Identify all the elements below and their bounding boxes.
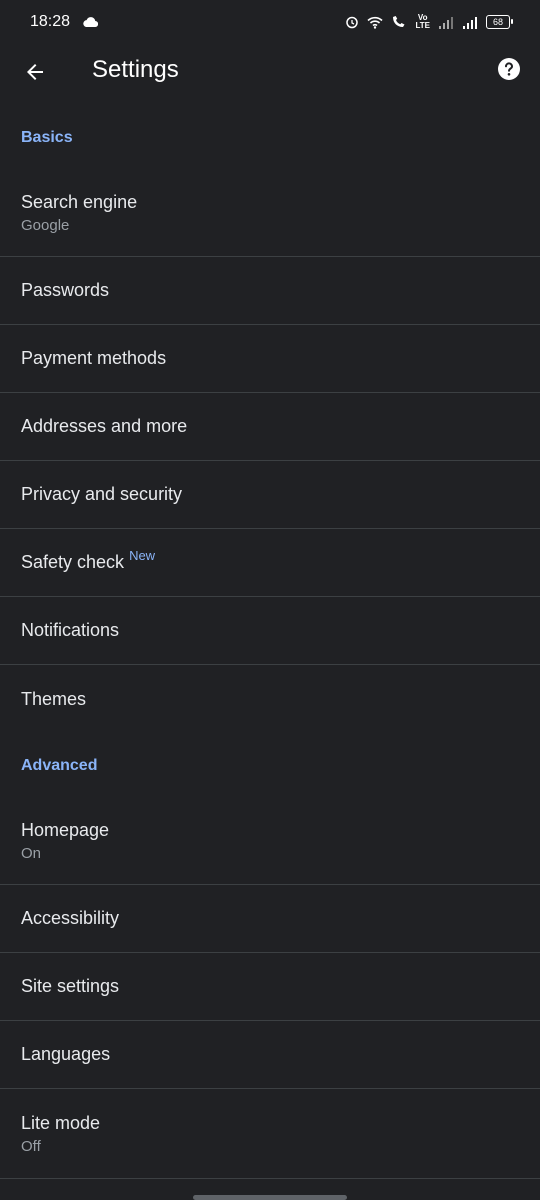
safety-check-label: Safety check (21, 552, 125, 572)
settings-item-addresses[interactable]: Addresses and more (0, 393, 540, 461)
wifi-icon (367, 16, 384, 29)
item-label: Search engine (21, 192, 138, 212)
back-button[interactable] (20, 57, 50, 87)
signal-icon (438, 16, 454, 29)
help-icon (498, 58, 520, 80)
item-label: Addresses and more (21, 416, 188, 436)
settings-item-themes[interactable]: Themes (0, 665, 540, 733)
toolbar: Settings (0, 44, 540, 100)
settings-item-passwords[interactable]: Passwords (0, 257, 540, 325)
settings-item-privacy[interactable]: Privacy and security (0, 461, 540, 529)
section-header-advanced: Advanced (21, 757, 98, 774)
cloud-icon (82, 16, 99, 28)
help-button[interactable] (498, 58, 520, 80)
item-label: Safety check New (21, 548, 540, 573)
item-label: Languages (21, 1044, 111, 1064)
item-sublabel: Google (21, 217, 70, 234)
item-label: Homepage (21, 820, 110, 840)
item-label: Accessibility (21, 908, 120, 928)
settings-item-accessibility[interactable]: Accessibility (0, 885, 540, 953)
status-left: 18:28 (30, 13, 99, 31)
item-label: Notifications (21, 620, 120, 640)
volte-label: Vo LTE (415, 13, 430, 30)
status-bar: 18:28 Vo LTE 68 (0, 0, 540, 44)
status-time: 18:28 (30, 13, 71, 30)
item-label: Privacy and security (21, 484, 183, 504)
item-sublabel: On (21, 845, 42, 862)
settings-item-safety-check[interactable]: Safety check New (0, 529, 540, 597)
item-label: Themes (21, 688, 87, 709)
battery-icon: 68 (486, 15, 513, 29)
item-label: Payment methods (21, 348, 167, 368)
settings-item-site-settings[interactable]: Site settings (0, 953, 540, 1021)
item-label: Site settings (21, 976, 120, 996)
battery-level: 68 (492, 16, 503, 27)
item-sublabel: Off (21, 1137, 41, 1155)
settings-item-notifications[interactable]: Notifications (0, 597, 540, 665)
settings-item-homepage[interactable]: Homepage On (0, 798, 540, 885)
wifi-call-icon (391, 15, 407, 29)
section-header-basics: Basics (21, 129, 73, 146)
volte-icon: Vo LTE (415, 14, 430, 30)
page-title: Settings (92, 56, 179, 83)
alarm-icon (345, 15, 359, 29)
back-arrow-icon (27, 64, 43, 80)
settings-item-lite-mode[interactable]: Lite mode Off (0, 1089, 540, 1179)
settings-item-search-engine[interactable]: Search engine Google (0, 170, 540, 257)
settings-item-languages[interactable]: Languages (0, 1021, 540, 1089)
signal-icon-2 (462, 16, 478, 29)
item-label: Lite mode (21, 1112, 101, 1133)
status-right: Vo LTE 68 (345, 14, 513, 30)
settings-item-payment-methods[interactable]: Payment methods (0, 325, 540, 393)
new-badge: New (129, 548, 156, 563)
home-indicator[interactable] (193, 1195, 347, 1200)
item-label: Passwords (21, 280, 110, 300)
